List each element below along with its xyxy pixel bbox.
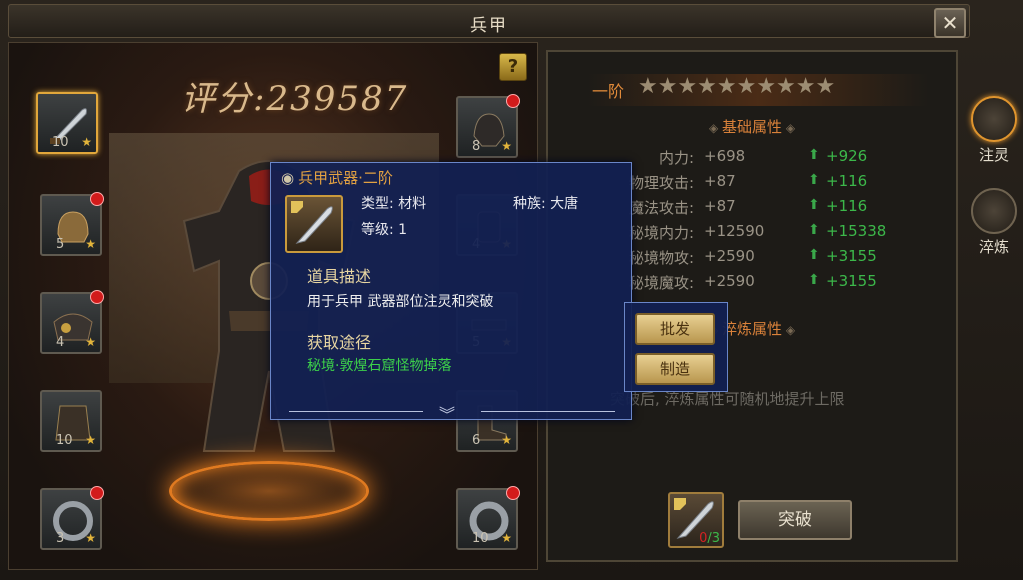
stat-increase: +116 [826, 197, 868, 215]
slot-level: 10 [56, 433, 73, 448]
up-arrow-icon: ⬆ [808, 147, 820, 163]
slot-level: 3 [56, 531, 65, 546]
star-icon: ★ [85, 433, 96, 447]
pedestal-glow [169, 461, 369, 521]
refine-icon [971, 188, 1017, 234]
game-window: 兵甲 ✕ 评分:239587 ? 10 ★ 5 ★ 4 ★ 10 ★ 3 ★ 8… [0, 0, 1023, 580]
ornament-icon: ◈ [782, 121, 796, 135]
rank-stars: ★★★★★★★★★★ [638, 74, 836, 99]
notification-dot [506, 94, 520, 108]
equip-slot-ring[interactable]: 3 ★ [40, 486, 104, 550]
material-slot[interactable]: 0/3 [668, 492, 724, 548]
base-attr-label: 基础属性 [721, 118, 782, 136]
stat-increase: +3155 [826, 272, 877, 290]
divider [289, 411, 423, 412]
slot-level: 10 [472, 531, 489, 546]
chevron-down-icon[interactable]: ︾ [439, 401, 455, 425]
infuse-icon [971, 96, 1017, 142]
equip-slot-chest[interactable]: 10 ★ [40, 390, 102, 452]
equip-slot-helmet[interactable]: 5 ★ [40, 192, 104, 256]
item-tooltip: ◉ 兵甲武器·二阶 类型: 材料 种族: 大唐 等级: 1 道具描述 用于兵甲 武… [270, 162, 632, 424]
up-arrow-icon: ⬆ [808, 222, 820, 238]
level-label: 等级: [361, 222, 394, 238]
score-text: 评分:239587 [181, 79, 409, 119]
base-attr-title: ◈ 基础属性 ◈ [548, 116, 956, 137]
stat-value: +12590 [704, 222, 765, 240]
equip-slot-bracelet[interactable]: 10 ★ [456, 486, 520, 550]
up-arrow-icon: ⬆ [808, 197, 820, 213]
stat-value: +87 [704, 197, 736, 215]
equip-slot-shoulder[interactable]: 4 ★ [40, 290, 104, 354]
slot-level: 5 [56, 237, 65, 252]
stat-increase: +3155 [826, 247, 877, 265]
slot-level: 10 [52, 135, 69, 150]
race-row: 种族: 大唐 [513, 193, 578, 213]
type-row: 类型: 材料 [361, 193, 426, 213]
slot-level: 4 [56, 335, 65, 350]
ornament-icon: ◈ [782, 323, 796, 337]
wholesale-button[interactable]: 批发 [635, 313, 715, 345]
stat-value: +698 [704, 147, 746, 165]
item-action-menu: 批发 制造 [624, 302, 728, 392]
tab-refine[interactable]: 淬炼 [966, 188, 1022, 264]
up-arrow-icon: ⬆ [808, 172, 820, 188]
tab-infuse-label: 注灵 [978, 146, 1009, 164]
desc-title: 道具描述 [307, 267, 372, 286]
stat-value: +87 [704, 172, 736, 190]
stat-value: +2590 [704, 272, 755, 290]
level-row: 等级: 1 [361, 219, 407, 239]
tooltip-title-row: ◉ 兵甲武器·二阶 [281, 167, 393, 188]
tab-infuse[interactable]: 注灵 [966, 96, 1022, 172]
rank-label: 一阶 [592, 82, 625, 101]
star-icon: ★ [81, 135, 92, 149]
notification-dot [90, 192, 104, 206]
type-value: 材料 [398, 196, 427, 212]
slot-level: 6 [472, 433, 481, 448]
tooltip-item-icon [285, 195, 343, 253]
race-value: 大唐 [550, 196, 579, 212]
close-button[interactable]: ✕ [934, 8, 966, 38]
help-button[interactable]: ? [499, 53, 527, 81]
refine-attr-label: 淬炼属性 [721, 320, 782, 338]
equip-slot-beast-helm[interactable]: 8 ★ [456, 94, 520, 158]
divider [481, 411, 615, 412]
star-icon: ★ [85, 531, 96, 545]
desc-text: 用于兵甲 武器部位注灵和突破 [307, 294, 494, 310]
notification-dot [506, 486, 520, 500]
type-label: 类型: [361, 196, 394, 212]
blade-material-icon [291, 201, 333, 244]
source-text: 秘境·敦煌石窟怪物掉落 [307, 358, 452, 374]
tooltip-title: 兵甲武器·二阶 [298, 169, 393, 187]
equip-slot-weapon[interactable]: 10 ★ [36, 92, 98, 154]
bullet-icon: ◉ [281, 169, 295, 187]
notification-dot [90, 486, 104, 500]
tab-refine-label: 淬炼 [978, 238, 1009, 256]
race-label: 种族: [513, 196, 546, 212]
ornament-icon: ◈ [708, 121, 722, 135]
window-title: 兵甲 [470, 16, 508, 36]
source-title: 获取途径 [307, 333, 372, 352]
slot-level: 8 [472, 139, 481, 154]
craft-button[interactable]: 制造 [635, 353, 715, 385]
star-icon: ★ [501, 531, 512, 545]
star-icon: ★ [501, 433, 512, 447]
material-count: 0/3 [699, 531, 720, 546]
title-bar: 兵甲 [8, 4, 970, 38]
stat-increase: +926 [826, 147, 868, 165]
up-arrow-icon: ⬆ [808, 247, 820, 263]
level-value: 1 [398, 222, 408, 238]
up-arrow-icon: ⬆ [808, 272, 820, 288]
notification-dot [90, 290, 104, 304]
star-icon: ★ [85, 237, 96, 251]
stat-value: +2590 [704, 247, 755, 265]
star-icon: ★ [85, 335, 96, 349]
stat-increase: +15338 [826, 222, 887, 240]
stat-increase: +116 [826, 172, 868, 190]
break-button[interactable]: 突破 [738, 500, 852, 540]
star-icon: ★ [501, 139, 512, 153]
